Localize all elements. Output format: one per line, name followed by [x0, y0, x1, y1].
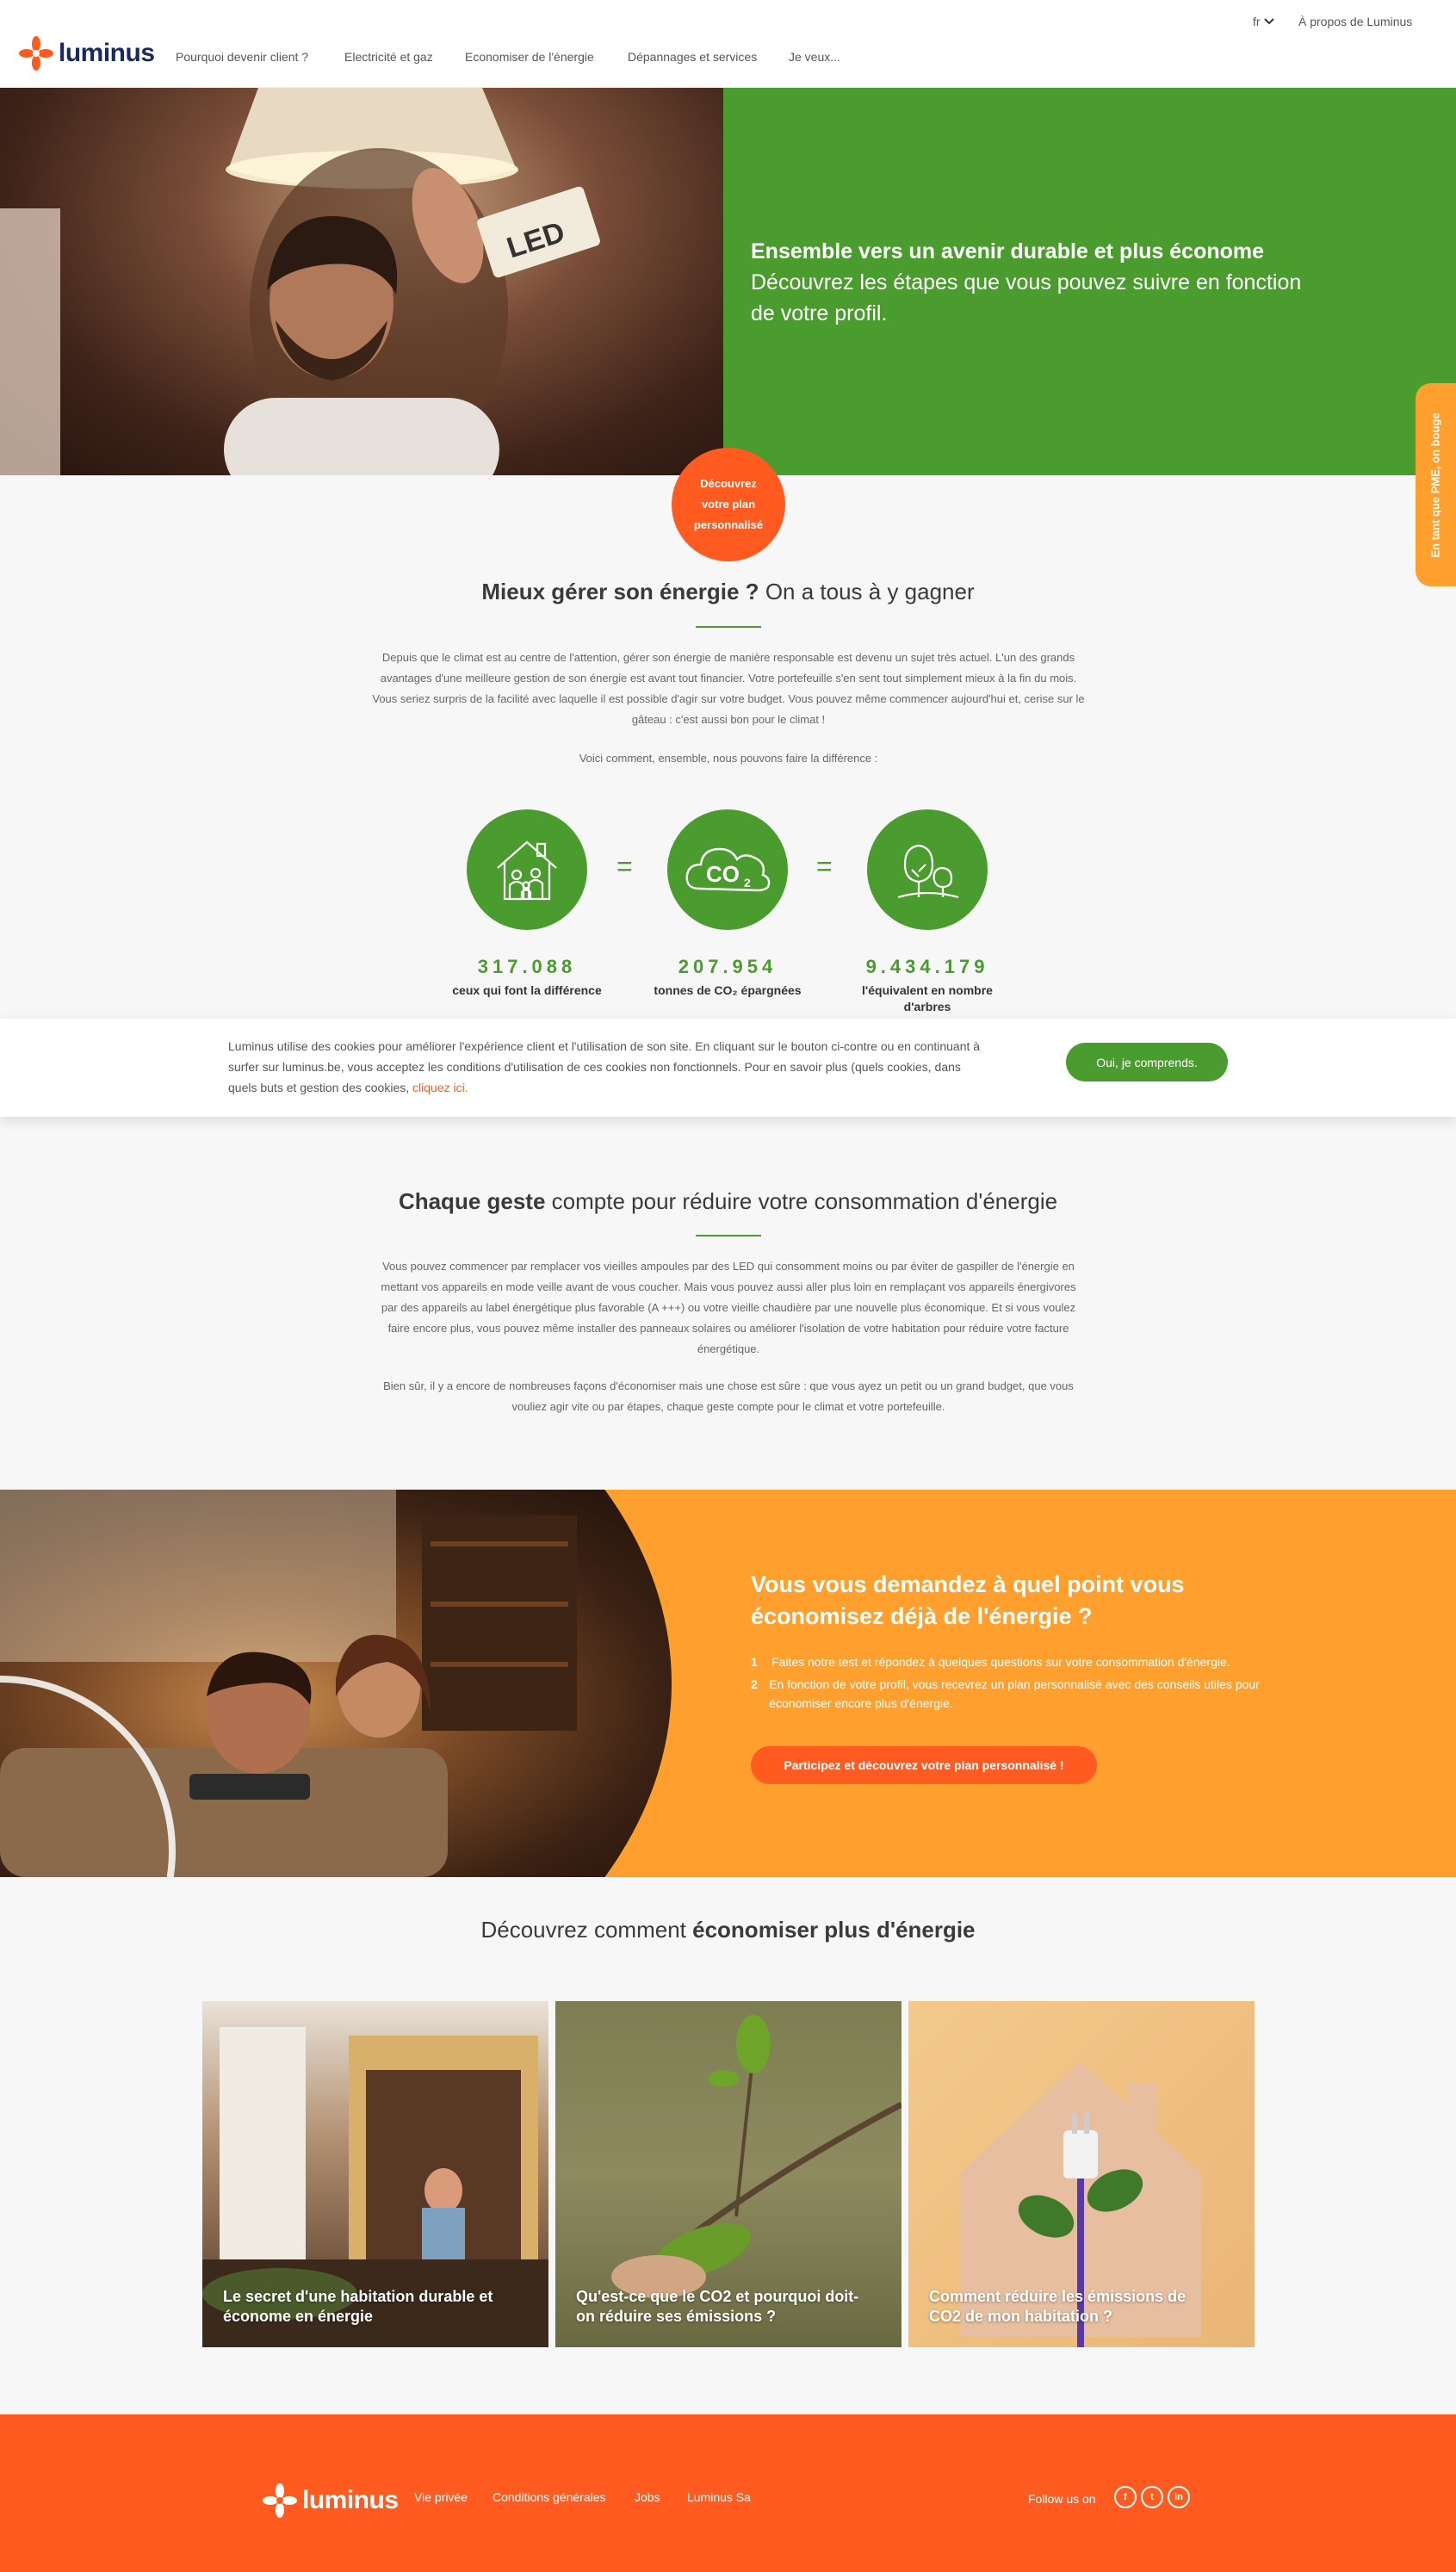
hero-illustration: LED	[0, 88, 600, 475]
quiz-step-1: 1 Faites notre test et répondez à quelqu…	[751, 1652, 1310, 1671]
footer-brand-name: luminus	[302, 2486, 399, 2514]
discover-title-light: Découvrez comment	[480, 1917, 686, 1943]
hero-photo-led-bulb: LED	[0, 88, 723, 475]
personal-plan-cta[interactable]: Découvrez votre plan personnalisé	[672, 448, 785, 561]
card-sustainable-home[interactable]: Le secret d'une habitation durable et éc…	[202, 2001, 548, 2347]
quiz-step-number: 2	[751, 1677, 758, 1691]
card-reduce-emissions[interactable]: Comment réduire les émissions de CO2 de …	[908, 2001, 1255, 2347]
section-energy-intro: Voici comment, ensemble, nous pouvons fa…	[579, 752, 878, 765]
stat-participants-value: 317.088	[477, 956, 577, 977]
nav-item-je-veux[interactable]: Je veux...	[789, 50, 840, 64]
quiz-step-2: 2 En fonction de votre profil, vous rece…	[751, 1675, 1310, 1713]
cookie-more-link[interactable]: cliquez ici.	[412, 1081, 468, 1094]
section-energy-title: Mieux gérer son énergie ? On a tous à y …	[0, 579, 1456, 605]
equals-sign-2: =	[816, 851, 833, 882]
section-gesture-p2: Bien sûr, il y a encore de nombreuses fa…	[383, 1379, 1074, 1413]
luminus-flower-icon	[19, 36, 53, 71]
about-link[interactable]: À propos de Luminus	[1298, 15, 1412, 28]
footer-link-terms[interactable]: Conditions générales	[493, 2490, 606, 2504]
footer-logo[interactable]: luminus	[263, 2483, 399, 2518]
card-title: Qu'est-ce que le CO2 et pourquoi doit-on…	[576, 2288, 859, 2325]
section-gesture-p1: Vous pouvez commencer par remplacer vos …	[381, 1260, 1076, 1355]
quiz-photo-couple	[0, 1490, 672, 1877]
stat-co2-label: tonnes de CO₂ épargnées	[654, 983, 802, 997]
hero-subtitle: Découvrez les étapes que vous pouvez sui…	[751, 270, 1302, 325]
follow-us-label: Follow us on	[1028, 2492, 1096, 2506]
luminus-logo[interactable]: luminus	[19, 36, 155, 71]
quiz-title: Vous vous demandez à quel point vous éco…	[751, 1571, 1185, 1629]
section-divider-2	[696, 1235, 761, 1236]
nav-item-electricite[interactable]: Electricité et gaz	[344, 50, 433, 64]
section-gesture-title-bold: Chaque geste	[398, 1188, 546, 1214]
section-energy-title-bold: Mieux gérer son énergie ?	[481, 579, 759, 604]
sme-side-tab-label: En tant que PME, on bouge	[1429, 412, 1442, 558]
language-selector[interactable]: fr	[1253, 15, 1274, 28]
discover-title: Découvrez comment économiser plus d'éner…	[0, 1917, 1456, 1943]
quiz-step-text: En fonction de votre profil, vous recevr…	[769, 1677, 1260, 1710]
language-label: fr	[1253, 15, 1261, 28]
quiz-step-text: Faites notre test et répondez à quelques…	[771, 1655, 1230, 1669]
discover-title-bold: économiser plus d'énergie	[692, 1917, 976, 1943]
sme-side-tab[interactable]: En tant que PME, on bouge	[1416, 383, 1456, 586]
section-gesture-title: Chaque geste compte pour réduire votre c…	[0, 1188, 1456, 1215]
footer-link-company[interactable]: Luminus Sa	[687, 2490, 751, 2504]
co2-text: CO	[706, 861, 740, 887]
cookie-banner: Luminus utilise des cookies pour amélior…	[0, 1019, 1456, 1117]
cookie-text: Luminus utilise des cookies pour amélior…	[228, 1036, 986, 1098]
stat-trees-label: l'équivalent en nombre d'arbres	[862, 983, 993, 1013]
luminus-flower-icon	[263, 2483, 297, 2518]
cookie-message: Luminus utilise des cookies pour amélior…	[228, 1039, 981, 1094]
co2-subscript: 2	[744, 876, 751, 889]
hero-title: Ensemble vers un avenir durable et plus …	[751, 239, 1265, 263]
section-energy-body: Depuis que le climat est au centre de l'…	[372, 651, 1085, 726]
quiz-participate-button[interactable]: Participez et découvrez votre plan perso…	[751, 1746, 1097, 1784]
section-divider	[696, 626, 761, 628]
stat-co2-value: 207.954	[678, 956, 778, 977]
stat-trees-value: 9.434.179	[865, 956, 989, 977]
section-energy-title-light: On a tous à y gagner	[765, 579, 975, 604]
chevron-down-icon	[1263, 18, 1274, 25]
section-gesture-title-light: compte pour réduire votre consommation d…	[551, 1188, 1058, 1214]
footer-link-privacy[interactable]: Vie privée	[414, 2490, 468, 2504]
site-header: luminus Pourquoi devenir client ? Electr…	[0, 0, 1456, 88]
footer-link-jobs[interactable]: Jobs	[635, 2490, 660, 2504]
stat-participants-label: ceux qui font la différence	[452, 983, 602, 997]
co2-cloud-icon: CO 2	[667, 809, 788, 930]
nav-item-depannages[interactable]: Dépannages et services	[628, 50, 757, 64]
card-co2-explained[interactable]: Qu'est-ce que le CO2 et pourquoi doit-on…	[555, 2001, 901, 2347]
brand-name: luminus	[59, 39, 155, 67]
linkedin-icon[interactable]: in	[1168, 2486, 1190, 2508]
trees-icon	[867, 809, 988, 930]
quiz-step-number: 1	[751, 1655, 758, 1669]
card-title: Comment réduire les émissions de CO2 de …	[929, 2288, 1186, 2325]
equals-sign-1: =	[616, 851, 633, 882]
facebook-icon[interactable]: f	[1114, 2486, 1137, 2508]
quiz-illustration	[0, 1490, 577, 1877]
hero-banner: LED Ensemble vers un avenir durable et p…	[0, 88, 1456, 475]
card-title: Le secret d'une habitation durable et éc…	[223, 2288, 493, 2325]
house-family-icon	[467, 809, 587, 930]
nav-item-economiser[interactable]: Economiser de l'énergie	[465, 50, 594, 64]
site-footer: luminus Vie privée Conditions générales …	[0, 2414, 1456, 2572]
cookie-accept-button[interactable]: Oui, je comprends.	[1066, 1043, 1228, 1081]
nav-item-pourquoi[interactable]: Pourquoi devenir client ?	[176, 50, 308, 64]
twitter-icon[interactable]: t	[1141, 2486, 1163, 2508]
